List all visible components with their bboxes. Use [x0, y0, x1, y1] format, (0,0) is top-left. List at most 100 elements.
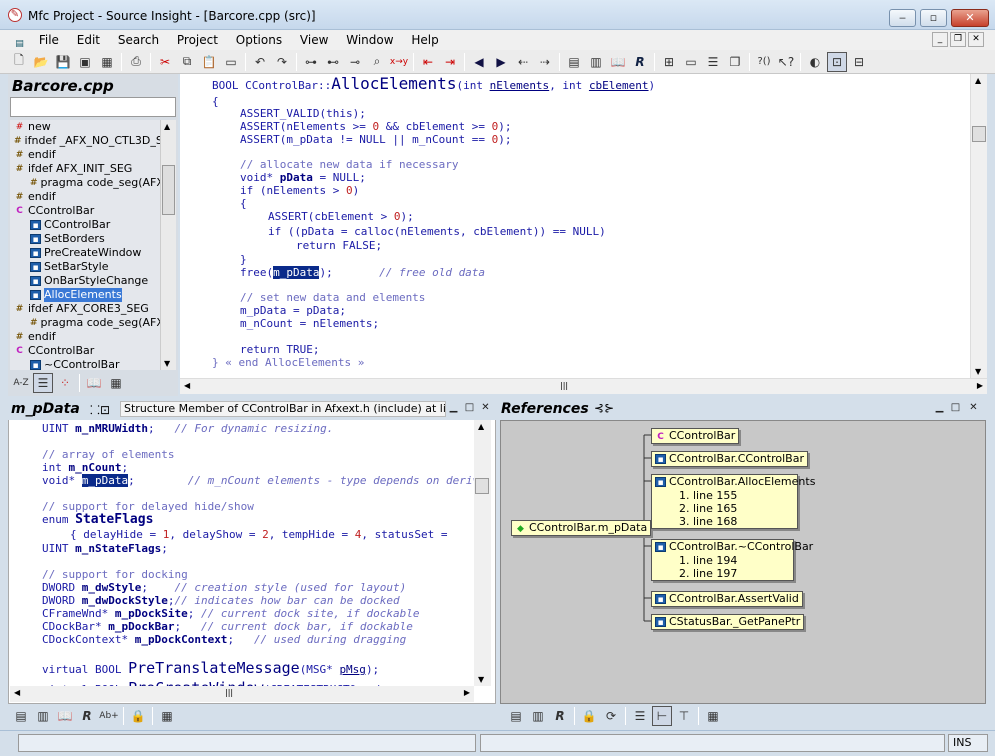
layout-2-icon[interactable]: ▭	[681, 52, 701, 72]
references-graph[interactable]: ◆ CControlBar.m_pData C CControlBar ▪ CCont…	[500, 420, 986, 704]
sync-icon[interactable]: ▥	[528, 706, 548, 726]
context-code-view[interactable]: UINT m_nMRUWidth; // For dynamic resizin…	[10, 420, 474, 686]
refresh-icon[interactable]: ⟳	[601, 706, 621, 726]
symbol-item[interactable]: # endif	[10, 190, 160, 204]
lock-icon[interactable]: 🔒	[579, 706, 599, 726]
layout-4-icon[interactable]: ❐	[725, 52, 745, 72]
symbol-item[interactable]: ▪ AllocElements	[10, 288, 160, 302]
redo-icon[interactable]: ↷	[272, 52, 292, 72]
context-maximize-icon[interactable]: □	[464, 403, 475, 414]
editor-horizontal-scrollbar[interactable]: ◀ ||| ▶	[180, 378, 987, 394]
context-minimize-icon[interactable]: ▁	[448, 403, 459, 414]
relation-icon[interactable]: R	[630, 52, 650, 72]
open-folder-icon[interactable]: 📂	[31, 52, 51, 72]
symbol-item[interactable]: # endif	[10, 330, 160, 344]
reference-line[interactable]: 2. line 165	[655, 502, 794, 515]
close-file-icon[interactable]: ▦	[97, 52, 117, 72]
forward-icon[interactable]: ▶	[491, 52, 511, 72]
reference-node[interactable]: ▪ CControlBar.AllocElements 1. line 155 2…	[651, 474, 815, 529]
maximize-button[interactable]: ▫	[920, 9, 947, 27]
delete-icon[interactable]: ▭	[221, 52, 241, 72]
context-close-icon[interactable]: ✕	[480, 403, 491, 414]
symbol-item[interactable]: C CControlBar	[10, 204, 160, 218]
editor-vertical-scrollbar[interactable]: ▲ ▼	[970, 74, 987, 378]
context-horizontal-scrollbar[interactable]: ◀ ||| ▶	[10, 686, 474, 702]
symbol-item[interactable]: ▪ SetBorders	[10, 232, 160, 246]
back-icon[interactable]: ◀	[469, 52, 489, 72]
minimize-button[interactable]: ‒	[889, 9, 916, 27]
reference-node[interactable]: ▪ CStatusBar._GetPaneP​tr	[651, 614, 805, 630]
properties-icon[interactable]: ▦	[106, 373, 126, 393]
relation-icon[interactable]: R	[550, 706, 570, 726]
symbol-item[interactable]: # new	[10, 120, 160, 134]
symbol-item[interactable]: # pragma code_seg(AFX_	[10, 176, 160, 190]
reference-line[interactable]: 2. line 197	[655, 567, 790, 580]
browse-icon[interactable]: ◐	[805, 52, 825, 72]
symbol-item[interactable]: # ifndef _AFX_NO_CTL3D_S	[10, 134, 160, 148]
layout-1-icon[interactable]: ⊞	[659, 52, 679, 72]
mdi-restore-button[interactable]: ❐	[950, 32, 966, 47]
context-vertical-scrollbar[interactable]: ▲ ▼	[474, 420, 491, 686]
reference-line[interactable]: 3. line 168	[655, 515, 794, 528]
find-prev-icon[interactable]: ⊸	[345, 52, 365, 72]
bookmark-prev-icon[interactable]: ⇤	[418, 52, 438, 72]
menu-edit[interactable]: Edit	[70, 31, 107, 49]
find-icon[interactable]: ⊶	[301, 52, 321, 72]
sync-icon[interactable]: ▥	[33, 706, 53, 726]
save-all-icon[interactable]: ▣	[75, 52, 95, 72]
lock-icon[interactable]: 🔒	[128, 706, 148, 726]
menu-project[interactable]: Project	[170, 31, 225, 49]
rename-icon[interactable]: Ab+	[99, 706, 119, 726]
sort-alpha-icon[interactable]: A-Z	[11, 373, 31, 393]
symbol-list[interactable]: # new # ifndef _AFX_NO_CTL3D_S # endif # ifdef …	[10, 120, 160, 370]
find-next-icon[interactable]: ⊷	[323, 52, 343, 72]
menu-window[interactable]: Window	[339, 31, 400, 49]
relation-icon[interactable]: R	[77, 706, 97, 726]
copy-icon[interactable]: ⧉	[177, 52, 197, 72]
symbol-item[interactable]: # pragma code_seg(AFX_	[10, 316, 160, 330]
symbol-list-scrollbar[interactable]: ▲ ▼	[160, 120, 176, 370]
context-icon[interactable]: ▥	[586, 52, 606, 72]
menu-view[interactable]: View	[293, 31, 335, 49]
paste-icon[interactable]: 📋	[199, 52, 219, 72]
symbol-item[interactable]: ▪ PreCreateWindow	[10, 246, 160, 260]
reference-line[interactable]: 1. line 155	[655, 489, 794, 502]
menu-file[interactable]: File	[32, 31, 66, 49]
print-icon[interactable]: ⎙	[126, 52, 146, 72]
find-files-icon[interactable]: ⌕	[367, 52, 387, 72]
menu-help[interactable]: Help	[404, 31, 445, 49]
horizontal-graph-icon[interactable]: ⊢	[652, 706, 672, 726]
book-icon[interactable]: 📖	[84, 373, 104, 393]
references-minimize-icon[interactable]: ▁	[934, 403, 945, 414]
symbol-item[interactable]: ▪ OnBarStyleChange	[10, 274, 160, 288]
cut-icon[interactable]: ✂	[155, 52, 175, 72]
list-view-icon[interactable]: ☰	[33, 373, 53, 393]
references-maximize-icon[interactable]: □	[950, 403, 961, 414]
category-icon[interactable]: ⁘	[55, 373, 75, 393]
undo-icon[interactable]: ↶	[250, 52, 270, 72]
symbol-item[interactable]: # ifdef AFX_INIT_SEG	[10, 162, 160, 176]
symbol-item[interactable]: ▪ CControlBar	[10, 218, 160, 232]
jump-to-icon[interactable]: ▤	[11, 706, 31, 726]
close-button[interactable]: ✕	[951, 9, 989, 27]
mdi-minimize-button[interactable]: _	[932, 32, 948, 47]
symbol-item[interactable]: C CControlBar	[10, 344, 160, 358]
reference-node[interactable]: C CControlBar	[651, 428, 740, 444]
symbol-item[interactable]: # ifdef AFX_CORE3_SEG	[10, 302, 160, 316]
symbol-item[interactable]: ▪ ~CControlBar	[10, 358, 160, 370]
lookup-icon[interactable]: 📖	[55, 706, 75, 726]
bookmark-next-icon[interactable]: ⇥	[440, 52, 460, 72]
menu-options[interactable]: Options	[229, 31, 289, 49]
symbol-item[interactable]: ▪ SetBarStyle	[10, 260, 160, 274]
vertical-graph-icon[interactable]: ⊤	[674, 706, 694, 726]
save-icon[interactable]: 💾	[53, 52, 73, 72]
jump-to-icon[interactable]: ▤	[506, 706, 526, 726]
function-info-icon[interactable]: ?()	[754, 52, 774, 72]
properties-icon[interactable]: ▦	[157, 706, 177, 726]
mdi-close-button[interactable]: ✕	[968, 32, 984, 47]
lookup-icon[interactable]: 📖	[608, 52, 628, 72]
help-pointer-icon[interactable]: ↖?	[776, 52, 796, 72]
outline-view-icon[interactable]: ☰	[630, 706, 650, 726]
reference-node[interactable]: ▪ CControlBar.AssertValid	[651, 591, 803, 607]
code-editor[interactable]: BOOL CControlBar::AllocElements(int nEle…	[180, 74, 970, 378]
